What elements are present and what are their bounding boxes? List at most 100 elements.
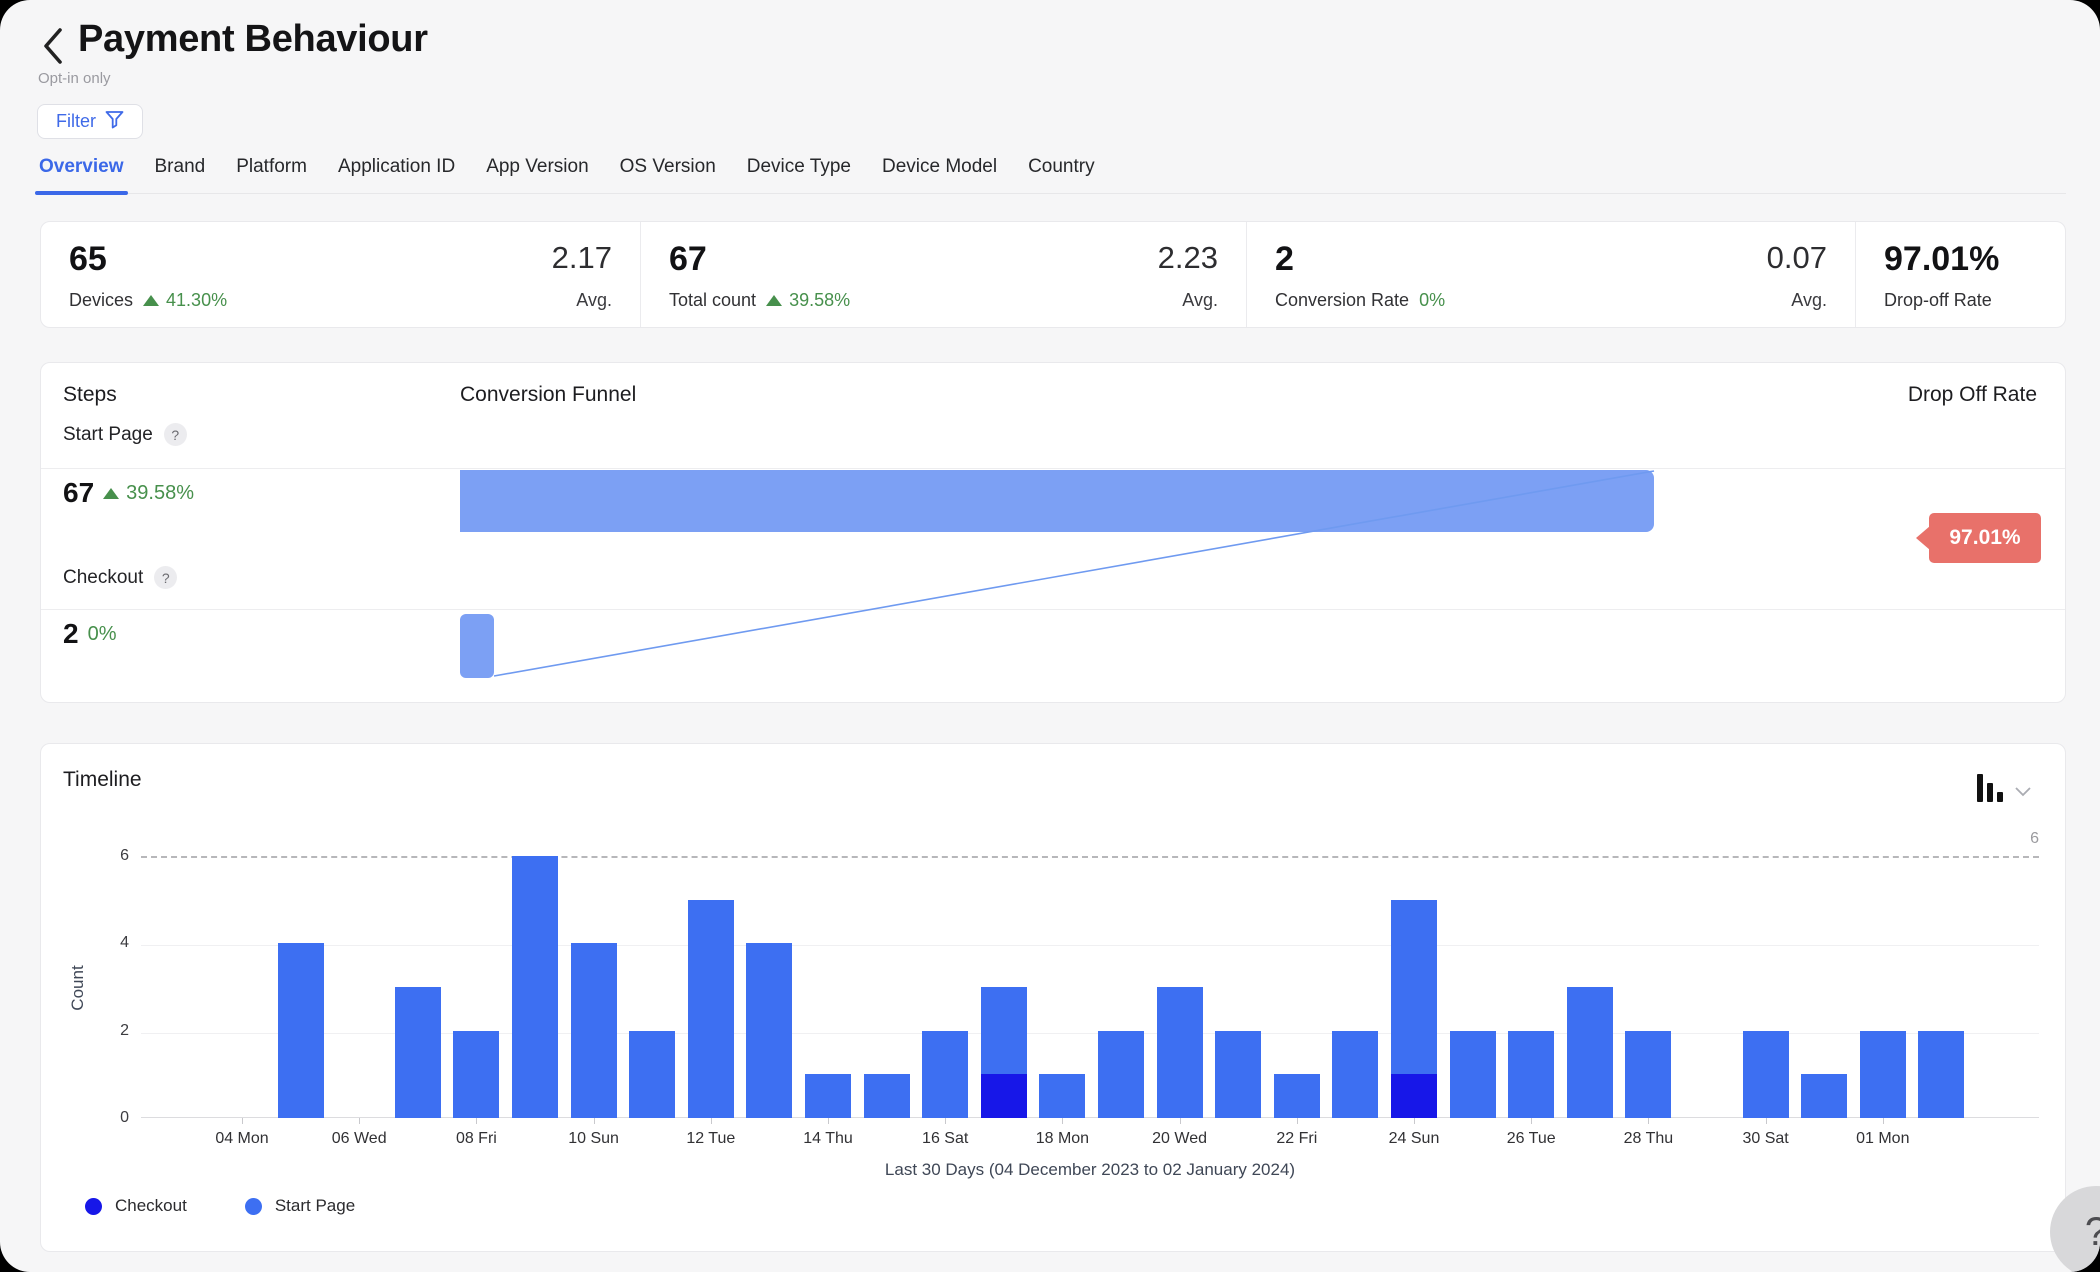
bar-segment-start-page	[1215, 1031, 1261, 1118]
legend-item-checkout[interactable]: Checkout	[85, 1196, 187, 1216]
bar-segment-start-page	[1274, 1074, 1320, 1118]
devices-delta: 41.30%	[166, 290, 227, 311]
bar-segment-start-page	[1567, 987, 1613, 1118]
legend-dot	[245, 1198, 262, 1215]
x-tick-mark	[945, 1118, 946, 1124]
y-axis-title: Count	[68, 938, 88, 1038]
bar-segment-start-page	[922, 1031, 968, 1118]
timeline-bar	[629, 1031, 675, 1118]
timeline-bar	[1215, 1031, 1261, 1118]
step-delta: 0%	[88, 623, 117, 646]
x-tick-label: 24 Sun	[1369, 1130, 1459, 1148]
timeline-bar	[1918, 1031, 1964, 1118]
timeline-bar	[805, 1074, 851, 1118]
funnel-steps-header: Steps	[63, 383, 117, 407]
timeline-title: Timeline	[63, 768, 142, 792]
tab-overview[interactable]: Overview	[37, 150, 126, 193]
x-tick-label: 12 Tue	[666, 1130, 756, 1148]
bar-segment-start-page	[1860, 1031, 1906, 1118]
tab-country[interactable]: Country	[1026, 150, 1097, 193]
x-tick-label: 26 Tue	[1486, 1130, 1576, 1148]
stat-devices: 65 Devices 41.30% 2.17 Avg.	[41, 222, 641, 327]
bar-segment-start-page	[571, 943, 617, 1118]
funnel-bar-checkout	[460, 614, 494, 678]
bar-segment-start-page	[1450, 1031, 1496, 1118]
timeline-bar	[1625, 1031, 1671, 1118]
timeline-bar	[395, 987, 441, 1118]
x-tick-mark	[594, 1118, 595, 1124]
tab-os-version[interactable]: OS Version	[618, 150, 718, 193]
tab-device-type[interactable]: Device Type	[745, 150, 853, 193]
x-tick-label: 16 Sat	[900, 1130, 990, 1148]
dropoff-rate-badge: 97.01%	[1929, 513, 2041, 563]
x-tick-mark	[1766, 1118, 1767, 1124]
x-tick-label: 10 Sun	[549, 1130, 639, 1148]
tab-application-id[interactable]: Application ID	[336, 150, 457, 193]
conversion-rate-avg-value: 0.07	[1767, 240, 1827, 276]
x-tick-mark	[1062, 1118, 1063, 1124]
bar-segment-checkout	[1391, 1074, 1437, 1118]
timeline-bar	[1098, 1031, 1144, 1118]
tab-app-version[interactable]: App Version	[484, 150, 590, 193]
delta-up-icon	[766, 295, 782, 306]
step-value: 67	[63, 477, 94, 509]
tab-brand[interactable]: Brand	[153, 150, 208, 193]
total-count-delta: 39.58%	[789, 290, 850, 311]
bar-segment-start-page	[981, 987, 1027, 1074]
timeline-caption: Last 30 Days (04 December 2023 to 02 Jan…	[141, 1160, 2039, 1180]
help-tooltip-icon[interactable]: ?	[154, 566, 177, 589]
delta-up-icon	[103, 488, 119, 499]
back-button[interactable]	[34, 26, 72, 68]
tab-platform[interactable]: Platform	[234, 150, 309, 193]
bar-segment-start-page	[1039, 1074, 1085, 1118]
help-tooltip-icon[interactable]: ?	[164, 423, 187, 446]
bar-segment-start-page	[278, 943, 324, 1118]
stat-total-count: 67 Total count 39.58% 2.23 Avg.	[641, 222, 1247, 327]
timeline-bar	[1391, 900, 1437, 1118]
devices-value: 65	[69, 240, 227, 279]
bar-segment-start-page	[1918, 1031, 1964, 1118]
timeline-bar	[746, 943, 792, 1118]
devices-label: Devices	[69, 290, 133, 311]
step-start-page-label: Start Page ?	[63, 423, 187, 446]
x-tick-label: 06 Wed	[314, 1130, 404, 1148]
x-tick-mark	[242, 1118, 243, 1124]
timeline-bar	[1039, 1074, 1085, 1118]
conversion-funnel-card: Steps Conversion Funnel Drop Off Rate St…	[40, 362, 2066, 703]
x-tick-label: 14 Thu	[783, 1130, 873, 1148]
bar-segment-checkout	[981, 1074, 1027, 1118]
timeline-bar	[922, 1031, 968, 1118]
row-divider	[41, 468, 2065, 469]
x-tick-label: 22 Fri	[1252, 1130, 1342, 1148]
timeline-bar	[864, 1074, 910, 1118]
legend-item-start-page[interactable]: Start Page	[245, 1196, 355, 1216]
y-tick-label: 6	[91, 846, 129, 866]
timeline-bar	[453, 1031, 499, 1118]
conversion-rate-delta: 0%	[1419, 290, 1445, 311]
bar-segment-start-page	[1801, 1074, 1847, 1118]
timeline-bar	[1332, 1031, 1378, 1118]
tab-device-model[interactable]: Device Model	[880, 150, 999, 193]
timeline-bar	[1567, 987, 1613, 1118]
devices-avg-value: 2.17	[552, 240, 612, 276]
row-divider	[41, 609, 2065, 610]
bar-segment-start-page	[512, 856, 558, 1118]
dropoff-rate-label: Drop-off Rate	[1884, 290, 1992, 311]
x-tick-mark	[1883, 1118, 1884, 1124]
chart-type-selector[interactable]	[1977, 774, 2031, 802]
filter-button[interactable]: Filter	[37, 104, 143, 139]
tab-bar: Overview Brand Platform Application ID App V…	[37, 150, 2066, 194]
bar-segment-start-page	[1157, 987, 1203, 1118]
bar-segment-start-page	[1743, 1031, 1789, 1118]
bar-segment-start-page	[1098, 1031, 1144, 1118]
step-checkout-label: Checkout ?	[63, 566, 177, 589]
x-tick-mark	[359, 1118, 360, 1124]
legend-label: Start Page	[275, 1196, 355, 1216]
bar-segment-start-page	[805, 1074, 851, 1118]
x-tick-mark	[1531, 1118, 1532, 1124]
y-max-right-label: 6	[1991, 830, 2039, 848]
x-tick-mark	[711, 1118, 712, 1124]
x-tick-mark	[476, 1118, 477, 1124]
bar-segment-start-page	[1391, 900, 1437, 1075]
timeline-card: Timeline Count 0246 6 04 Mon06 Wed08 Fri…	[40, 743, 2066, 1252]
